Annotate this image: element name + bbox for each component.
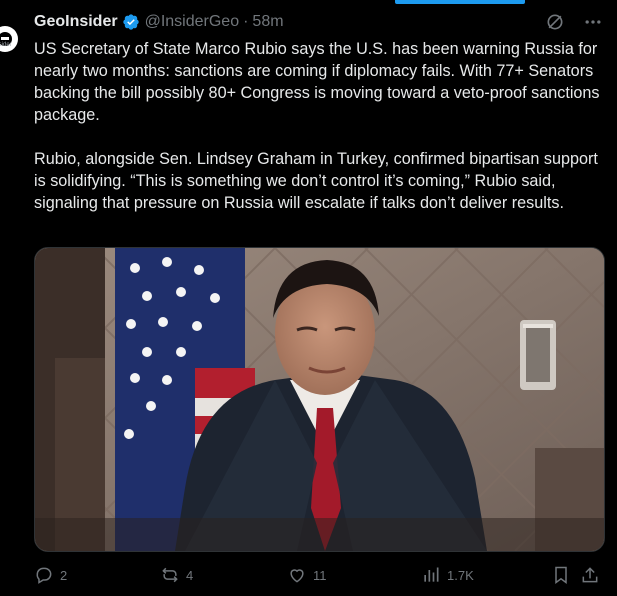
tweet-text: US Secretary of State Marco Rubio says t… (34, 38, 604, 214)
tweet-header: GeoInsider @InsiderGeo · 58m (34, 10, 284, 34)
reply-count: 2 (60, 567, 68, 583)
grok-icon[interactable] (545, 12, 565, 37)
timestamp[interactable]: 58m (252, 13, 283, 31)
views-icon (421, 565, 441, 585)
verified-badge-icon[interactable] (122, 13, 140, 31)
tweet-actions: 2 4 11 1.7K (34, 565, 609, 589)
more-icon[interactable] (583, 12, 603, 37)
reply-button[interactable]: 2 (34, 565, 67, 585)
reply-icon (34, 565, 54, 585)
bookmark-icon (551, 565, 571, 585)
share-icon (580, 565, 600, 585)
separator: · (243, 13, 249, 30)
active-tab-indicator (395, 0, 525, 4)
like-button[interactable]: 11 (287, 565, 327, 585)
avatar[interactable] (0, 26, 18, 52)
header-actions (545, 12, 603, 37)
repost-button[interactable]: 4 (160, 565, 193, 585)
bookmark-button[interactable] (551, 565, 571, 585)
avatar-caption: insider (0, 42, 12, 48)
like-icon (287, 565, 307, 585)
views-count: 1.7K (447, 567, 474, 583)
author-handle[interactable]: @InsiderGeo (145, 13, 240, 31)
tweet-paragraph: US Secretary of State Marco Rubio says t… (34, 40, 600, 124)
repost-count: 4 (186, 567, 194, 583)
author-name[interactable]: GeoInsider (34, 13, 118, 31)
views-button[interactable]: 1.7K (421, 565, 474, 585)
share-button[interactable] (580, 565, 600, 585)
repost-icon (160, 565, 180, 585)
like-count: 11 (313, 567, 327, 583)
tweet-paragraph: Rubio, alongside Sen. Lindsey Graham in … (34, 150, 598, 212)
tweet-photo[interactable] (34, 247, 605, 552)
